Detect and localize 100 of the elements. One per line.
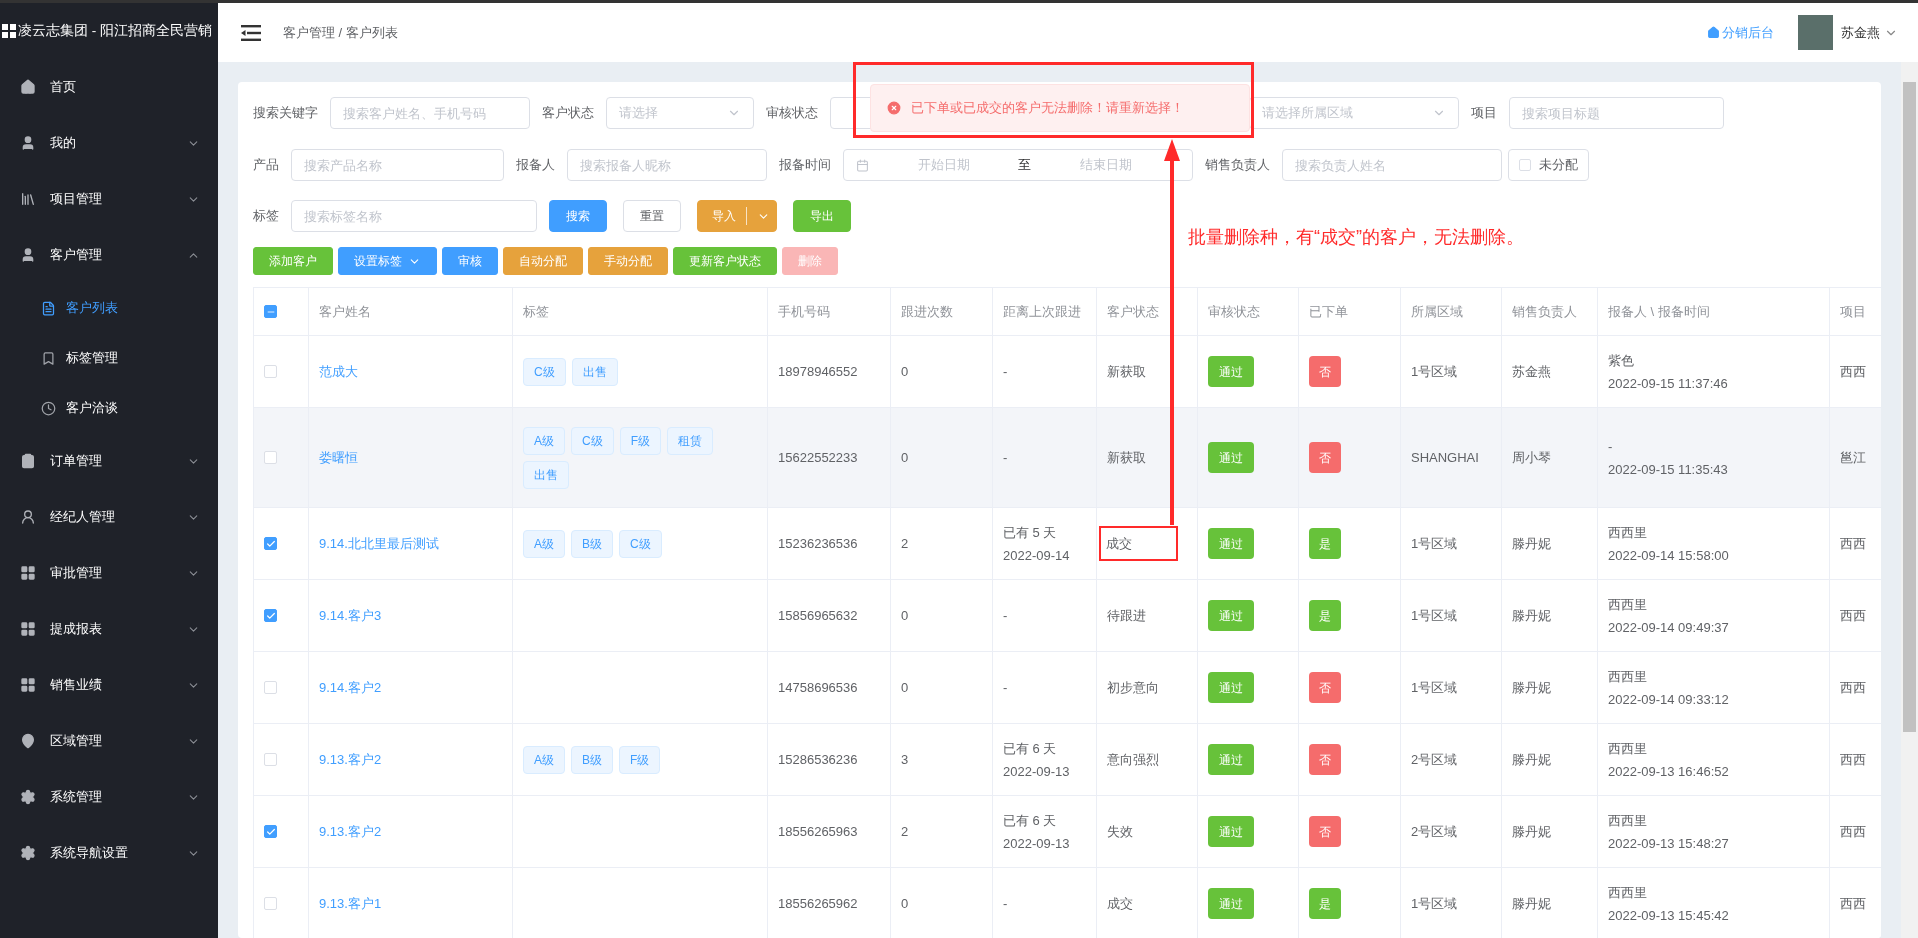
- tag: B级: [571, 745, 614, 774]
- table-cell: 18556265962: [778, 895, 858, 911]
- tag: C级: [571, 426, 614, 455]
- unassigned-checkbox[interactable]: 未分配: [1508, 149, 1589, 181]
- table-cell: 新获取: [1107, 363, 1146, 379]
- column-header: 项目: [1840, 303, 1866, 319]
- ordered-badge: 否: [1309, 672, 1341, 703]
- table-cell: 0: [901, 363, 909, 379]
- table-cell: 西西: [1840, 607, 1866, 623]
- check-icon: [265, 538, 276, 549]
- sidebar-subitem[interactable]: 标签管理: [0, 333, 218, 383]
- sidebar-item[interactable]: 经纪人管理: [0, 489, 218, 545]
- column-header: 客户状态: [1107, 303, 1159, 319]
- table-cell: 15622552233: [778, 449, 858, 465]
- error-icon: [887, 101, 901, 115]
- row-checkbox[interactable]: [264, 609, 277, 622]
- sidebar-item[interactable]: 我的: [0, 115, 218, 171]
- sales-owner-field[interactable]: 搜索负责人姓名: [1282, 149, 1502, 181]
- table-cell-text: 西西里 2022-09-13 15:45:42: [1608, 883, 1730, 925]
- sidebar-item[interactable]: 区域管理: [0, 713, 218, 769]
- table-cell: 滕丹妮: [1512, 823, 1551, 839]
- date-range-field[interactable]: 开始日期 至 结束日期: [843, 149, 1193, 181]
- sidebar-subitem[interactable]: 客户洽谈: [0, 383, 218, 433]
- table-cell: 1号区域: [1411, 607, 1458, 623]
- table-cell: 1号区域: [1411, 363, 1458, 379]
- table-cell: SHANGHAI: [1411, 449, 1479, 465]
- annotation-note: 批量删除种，有“成交”的客户，无法删除。: [1188, 226, 1524, 249]
- table-cell-text: -: [1003, 679, 1009, 697]
- grid-icon: [20, 621, 36, 637]
- ordered-badge: 是: [1309, 600, 1341, 631]
- table-cell-text: -: [1003, 895, 1009, 913]
- table-row[interactable]: 9.14.北北里最后测试 A级 B级 C级 15236236536 2 已有 5 天 2022-09-14 成交 通过 是 1号区域 滕丹妮 西西里 2022-09-14 15:58:00 西西: [253, 507, 1881, 580]
- sidebar-item[interactable]: 项目管理: [0, 171, 218, 227]
- person-outline-icon: [20, 509, 36, 525]
- column-header: 销售负责人: [1512, 303, 1577, 319]
- row-checkbox[interactable]: [264, 537, 277, 550]
- table-row[interactable]: 9.13.客户2 18556265963 2 已有 6 天 2022-09-13 失效 通过 否 2号区域 滕丹妮 西西里 2022-09-13 15:48:27 西西: [253, 795, 1881, 868]
- sidebar-item[interactable]: 系统管理: [0, 769, 218, 825]
- table-cell: 15856965632: [778, 607, 858, 623]
- scrollbar[interactable]: [1901, 62, 1918, 938]
- ordered-badge: 否: [1309, 744, 1341, 775]
- table-row[interactable]: 9.14.客户3 15856965632 0 - 待跟进 通过 是 1号区域 滕丹妮 西西里 2022-09-14 09:49:37 西西: [253, 579, 1881, 652]
- column-header: 审核状态: [1208, 303, 1260, 319]
- sidebar-item[interactable]: 系统导航设置: [0, 825, 218, 881]
- reporter-field[interactable]: 搜索报备人昵称: [567, 149, 767, 181]
- sidebar-item[interactable]: 提成报表: [0, 601, 218, 657]
- sidebar-item[interactable]: 订单管理: [0, 433, 218, 489]
- tag: B级: [571, 529, 614, 558]
- table-cell: 成交: [1107, 895, 1133, 911]
- table-cell: 3: [901, 751, 909, 767]
- tag: C级: [619, 529, 662, 558]
- column-header: 客户姓名: [319, 303, 371, 319]
- table-cell: 成交: [1099, 525, 1178, 562]
- breadcrumb: 客户管理 / 客户列表: [283, 23, 398, 42]
- app-title: 凌云志集团 - 阳江招商全民营销: [18, 21, 212, 40]
- table-cell: 1号区域: [1411, 895, 1458, 911]
- table-cell-text: 西西里 2022-09-14 09:49:37: [1608, 595, 1730, 637]
- table-cell: 18978946552: [778, 363, 858, 379]
- table-cell: 失效: [1107, 823, 1133, 839]
- tag: A级: [523, 426, 565, 455]
- select-all-checkbox[interactable]: [264, 305, 277, 318]
- ordered-badge: 是: [1309, 528, 1341, 559]
- table-cell: 西西: [1840, 535, 1866, 551]
- project-field[interactable]: 搜索项目标题: [1509, 97, 1724, 129]
- filter-button[interactable]: 重置: [623, 200, 681, 232]
- table-cell: 西西: [1840, 823, 1866, 839]
- ordered-badge: 是: [1309, 888, 1341, 919]
- tag-field[interactable]: 搜索标签名称: [291, 200, 537, 232]
- filter-label: 审核状态: [766, 104, 818, 123]
- grid-icon: [20, 565, 36, 581]
- sidebar-item[interactable]: 客户管理: [0, 227, 218, 283]
- table-cell: 15236236536: [778, 535, 858, 551]
- sidebar-subitem[interactable]: 客户列表: [0, 283, 218, 333]
- home-icon: [1707, 26, 1720, 39]
- tag: 出售: [523, 460, 569, 489]
- filter-label: 产品: [253, 156, 279, 175]
- column-header: 距离上次跟进: [1003, 303, 1081, 319]
- table-cell: 西西: [1840, 751, 1866, 767]
- table-cell-text: -: [1003, 607, 1009, 625]
- product-field[interactable]: 搜索产品名称: [291, 149, 504, 181]
- table-cell: 意向强烈: [1107, 751, 1159, 767]
- sidebar-item[interactable]: 首页: [0, 59, 218, 115]
- keyword-field[interactable]: 搜索客户姓名、手机号码: [330, 97, 530, 129]
- table-cell-text: -: [1003, 449, 1009, 467]
- user-name[interactable]: 苏金燕: [1841, 22, 1880, 43]
- tag: F级: [619, 426, 662, 455]
- table-cell: 苏金燕: [1512, 363, 1551, 379]
- table-cell-text: 西西里 2022-09-13 16:46:52: [1608, 739, 1730, 781]
- sidebar-item[interactable]: 销售业绩: [0, 657, 218, 713]
- row-checkbox[interactable]: [264, 825, 277, 838]
- menu-icon[interactable]: [241, 24, 261, 41]
- filter-label: 客户状态: [542, 104, 594, 123]
- document-icon: [41, 300, 56, 316]
- filter-label: 报备时间: [779, 156, 831, 175]
- table-cell-text: 已有 6 天 2022-09-13: [1003, 811, 1071, 853]
- clipboard-icon: [20, 453, 36, 469]
- tag: C级: [523, 357, 566, 386]
- grid-logo-icon: [2, 24, 16, 38]
- table-cell: 邕江: [1840, 449, 1866, 465]
- sidebar-item[interactable]: 审批管理: [0, 545, 218, 601]
